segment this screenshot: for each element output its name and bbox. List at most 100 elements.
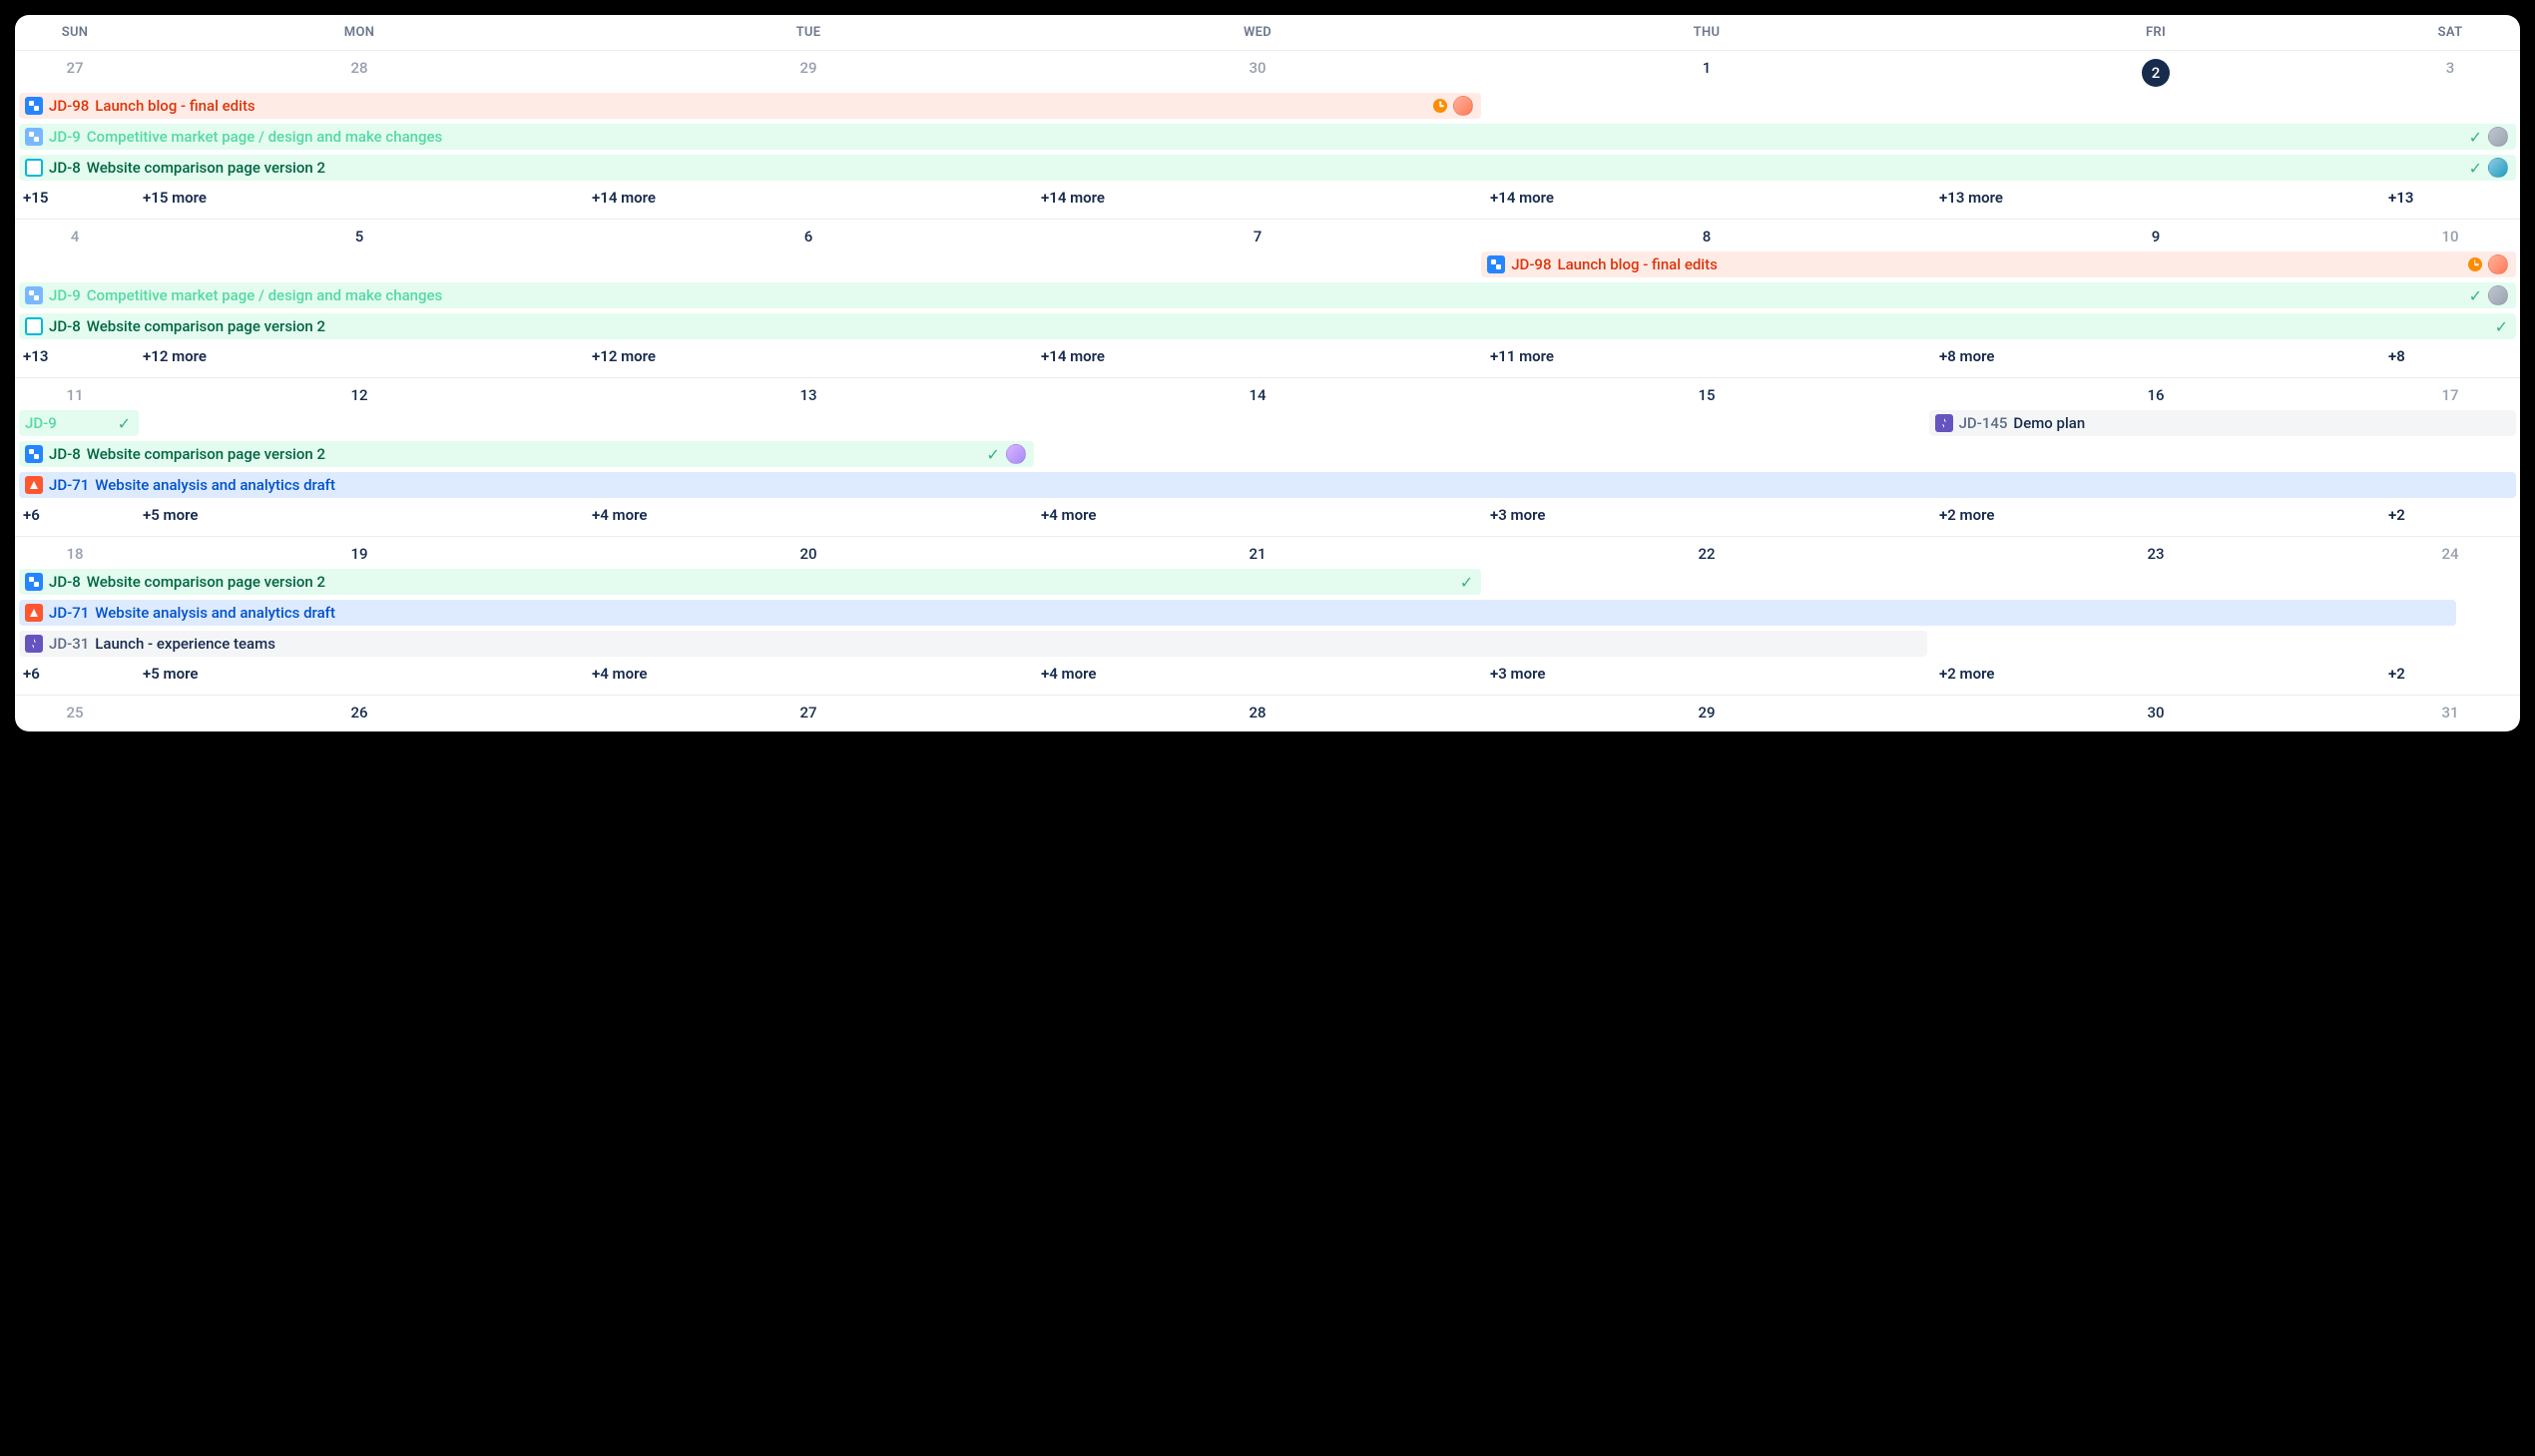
- date-cell[interactable]: 30: [1033, 51, 1482, 93]
- calendar-event[interactable]: JD-9Competitive market page / design and…: [19, 124, 2516, 150]
- show-more-link[interactable]: +8: [2380, 341, 2520, 373]
- date-cell[interactable]: 27: [15, 51, 135, 93]
- calendar-week: 25262728293031: [15, 696, 2520, 731]
- epic-icon: [25, 635, 43, 653]
- calendar-event[interactable]: JD-8Website comparison page version 2✓: [19, 313, 2516, 339]
- date-cell[interactable]: 12: [135, 378, 584, 410]
- show-more-link[interactable]: +12 more: [584, 341, 1033, 373]
- show-more-link[interactable]: +2 more: [1931, 659, 2380, 691]
- calendar-event[interactable]: JD-9✓: [19, 410, 139, 436]
- subtask-icon: [25, 97, 43, 115]
- date-row: 27282930123: [15, 51, 2520, 93]
- date-cell[interactable]: 15: [1482, 378, 1931, 410]
- date-cell[interactable]: 26: [135, 696, 584, 728]
- show-more-link[interactable]: +13: [15, 341, 135, 373]
- date-cell[interactable]: 18: [15, 537, 135, 569]
- show-more-link[interactable]: +6: [15, 659, 135, 691]
- event-row: JD-8Website comparison page version 2✓: [19, 313, 2516, 341]
- assignee-avatar[interactable]: [2488, 285, 2508, 305]
- assignee-avatar[interactable]: [1453, 96, 1473, 116]
- calendar-event[interactable]: JD-8Website comparison page version 2✓: [19, 155, 2516, 181]
- date-cell[interactable]: 16: [1931, 378, 2380, 410]
- date-cell[interactable]: 25: [15, 696, 135, 728]
- calendar-event[interactable]: JD-31Launch - experience teams: [19, 631, 1927, 657]
- calendar-event[interactable]: JD-8Website comparison page version 2✓: [19, 441, 1034, 467]
- date-cell[interactable]: 28: [1033, 696, 1482, 728]
- date-cell[interactable]: 28: [135, 51, 584, 93]
- date-cell[interactable]: 23: [1931, 537, 2380, 569]
- show-more-link[interactable]: +4 more: [1033, 500, 1482, 532]
- show-more-link[interactable]: +4 more: [1033, 659, 1482, 691]
- show-more-link[interactable]: +2: [2380, 659, 2520, 691]
- date-cell[interactable]: 17: [2380, 378, 2520, 410]
- show-more-link[interactable]: +8 more: [1931, 341, 2380, 373]
- assignee-avatar[interactable]: [2488, 254, 2508, 274]
- show-more-link[interactable]: +3 more: [1482, 659, 1931, 691]
- date-cell[interactable]: 22: [1482, 537, 1931, 569]
- calendar-event[interactable]: JD-9Competitive market page / design and…: [19, 282, 2516, 308]
- show-more-link[interactable]: +6: [15, 500, 135, 532]
- date-cell[interactable]: 6: [584, 220, 1033, 251]
- date-cell[interactable]: 14: [1033, 378, 1482, 410]
- date-cell[interactable]: 11: [15, 378, 135, 410]
- date-cell[interactable]: 8: [1482, 220, 1931, 251]
- show-more-link[interactable]: +14 more: [1482, 183, 1931, 215]
- date-cell[interactable]: 19: [135, 537, 584, 569]
- issue-title: Launch - experience teams: [95, 635, 275, 653]
- show-more-link[interactable]: +15 more: [135, 183, 584, 215]
- show-more-link[interactable]: +12 more: [135, 341, 584, 373]
- date-cell[interactable]: 9: [1931, 220, 2380, 251]
- date-cell[interactable]: 5: [135, 220, 584, 251]
- calendar-event[interactable]: JD-145Demo plan: [1929, 410, 2516, 436]
- calendar-event[interactable]: JD-98Launch blog - final edits: [19, 93, 1481, 119]
- issue-title: Website comparison page version 2: [87, 159, 325, 177]
- date-cell[interactable]: 27: [584, 696, 1033, 728]
- date-cell[interactable]: 3: [2380, 51, 2520, 93]
- show-more-link[interactable]: +2: [2380, 500, 2520, 532]
- calendar-week: 11121314151617 JD-9✓ JD-145Demo plan JD-8We…: [15, 378, 2520, 537]
- show-more-link[interactable]: +5 more: [135, 659, 584, 691]
- show-more-link[interactable]: +3 more: [1482, 500, 1931, 532]
- show-more-link[interactable]: +11 more: [1482, 341, 1931, 373]
- show-more-link[interactable]: +14 more: [584, 183, 1033, 215]
- show-more-link[interactable]: +13: [2380, 183, 2520, 215]
- date-cell[interactable]: 4: [15, 220, 135, 251]
- date-cell[interactable]: 29: [584, 51, 1033, 93]
- weekday-header: THU: [1482, 15, 1931, 50]
- issue-title: Launch blog - final edits: [1557, 255, 1717, 273]
- calendar-week: 45678910JD-98Launch blog - final edits JD…: [15, 220, 2520, 378]
- date-cell[interactable]: 20: [584, 537, 1033, 569]
- show-more-link[interactable]: +5 more: [135, 500, 584, 532]
- show-more-link[interactable]: +14 more: [1033, 183, 1482, 215]
- show-more-link[interactable]: +15: [15, 183, 135, 215]
- event-row: JD-31Launch - experience teams: [19, 631, 2516, 659]
- show-more-link[interactable]: +14 more: [1033, 341, 1482, 373]
- issue-title: Launch blog - final edits: [95, 97, 254, 115]
- date-cell[interactable]: 2: [1931, 51, 2380, 93]
- epic-icon: [1935, 414, 1953, 432]
- assignee-avatar[interactable]: [1006, 444, 1026, 464]
- show-more-link[interactable]: +4 more: [584, 659, 1033, 691]
- date-cell[interactable]: 31: [2380, 696, 2520, 728]
- event-row: JD-71Website analysis and analytics draf…: [19, 472, 2516, 500]
- calendar-event[interactable]: JD-8Website comparison page version 2✓: [19, 569, 1481, 595]
- date-cell[interactable]: 24: [2380, 537, 2520, 569]
- date-cell[interactable]: 7: [1033, 220, 1482, 251]
- calendar-event[interactable]: JD-98Launch blog - final edits: [1481, 251, 2516, 277]
- show-more-link[interactable]: +13 more: [1931, 183, 2380, 215]
- calendar-event[interactable]: JD-71Website analysis and analytics draf…: [19, 600, 2456, 626]
- calendar-event[interactable]: JD-71Website analysis and analytics draf…: [19, 472, 2516, 498]
- subtask-icon: [25, 286, 43, 304]
- assignee-avatar[interactable]: [2488, 127, 2508, 147]
- date-cell[interactable]: 29: [1482, 696, 1931, 728]
- date-cell[interactable]: 21: [1033, 537, 1482, 569]
- weekday-header: TUE: [584, 15, 1033, 50]
- show-more-link[interactable]: +2 more: [1931, 500, 2380, 532]
- date-cell[interactable]: 1: [1482, 51, 1931, 93]
- assignee-avatar[interactable]: [2488, 158, 2508, 178]
- show-more-link[interactable]: +4 more: [584, 500, 1033, 532]
- date-cell[interactable]: 30: [1931, 696, 2380, 728]
- date-cell[interactable]: 13: [584, 378, 1033, 410]
- date-cell[interactable]: 10: [2380, 220, 2520, 251]
- issue-key: JD-9: [49, 286, 81, 304]
